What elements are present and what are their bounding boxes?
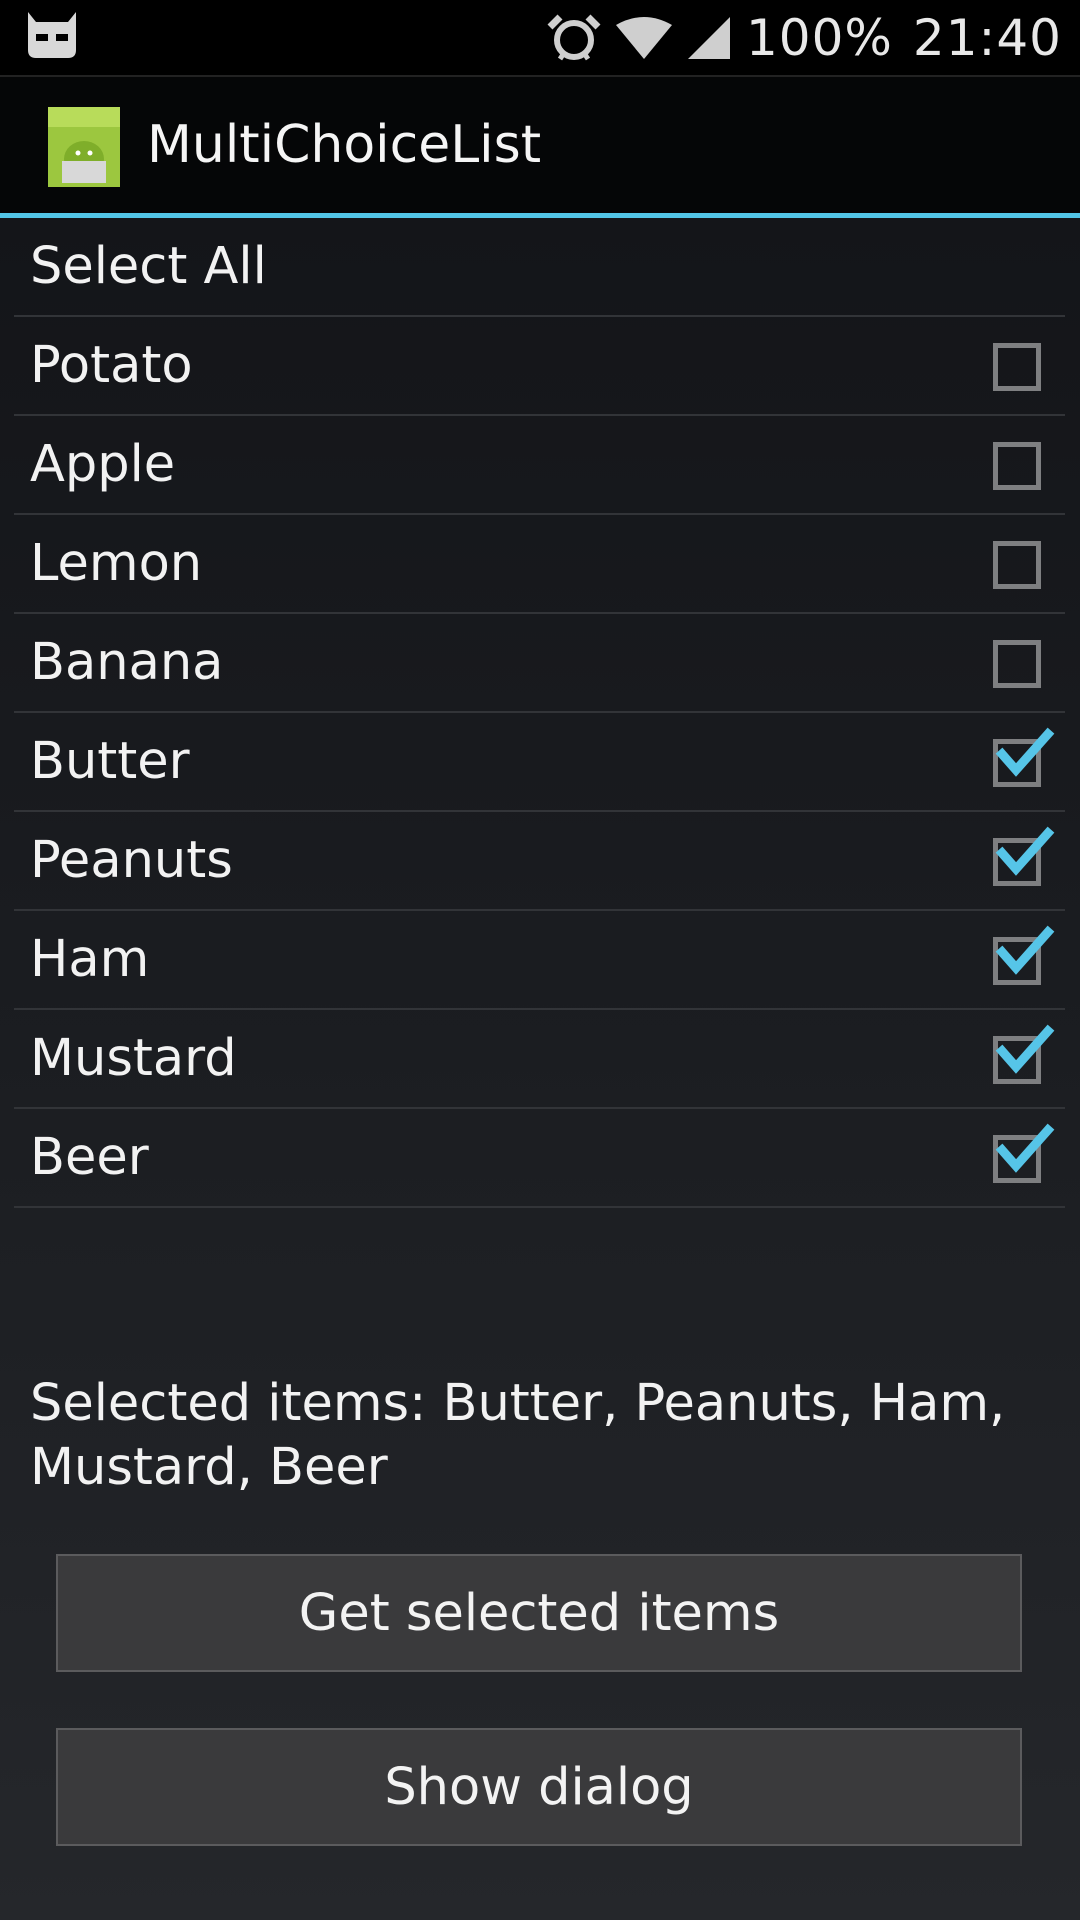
- checkbox-checked[interactable]: [993, 1123, 1055, 1183]
- list-item-label: Beer: [30, 1128, 149, 1187]
- checkmark-icon: [995, 1123, 1055, 1173]
- status-bar: 100% 21:40: [0, 0, 1080, 77]
- list-item-label: Lemon: [30, 534, 203, 593]
- list-item-label: Ham: [30, 930, 150, 989]
- list-item[interactable]: Potato: [14, 317, 1065, 416]
- checkbox-checked[interactable]: [993, 727, 1055, 787]
- selected-items-text: Selected items: Butter, Peanuts, Ham, Mu…: [30, 1374, 1006, 1497]
- list-item[interactable]: Apple: [14, 416, 1065, 515]
- list-item[interactable]: Mustard: [14, 1010, 1065, 1109]
- list-item[interactable]: Ham: [14, 911, 1065, 1010]
- checkbox-unchecked[interactable]: [993, 343, 1041, 391]
- checkbox-unchecked[interactable]: [993, 442, 1041, 490]
- list-item-label: Banana: [30, 633, 224, 692]
- checkmark-icon: [995, 727, 1055, 777]
- list-item[interactable]: Banana: [14, 614, 1065, 713]
- checkbox-checked[interactable]: [993, 925, 1055, 985]
- list-item[interactable]: Butter: [14, 713, 1065, 812]
- checkbox-unchecked[interactable]: [993, 541, 1041, 589]
- get-selected-items-button[interactable]: Get selected items: [56, 1554, 1022, 1672]
- multi-choice-list: Select All Potato Apple Lemon Banana But…: [14, 218, 1065, 1208]
- list-item-label: Mustard: [30, 1029, 237, 1088]
- list-item-label: Butter: [30, 732, 190, 791]
- show-dialog-button[interactable]: Show dialog: [56, 1728, 1022, 1846]
- alarm-icon: [547, 14, 601, 60]
- select-all-row[interactable]: Select All: [14, 218, 1065, 317]
- checkbox-checked[interactable]: [993, 1024, 1055, 1084]
- signal-icon: [687, 16, 730, 59]
- list-item[interactable]: Lemon: [14, 515, 1065, 614]
- checkmark-icon: [995, 1024, 1055, 1074]
- list-item-label: Apple: [30, 435, 176, 494]
- checkmark-icon: [995, 826, 1055, 876]
- battery-text: 100%: [745, 8, 893, 67]
- list-item-label: Peanuts: [30, 831, 233, 890]
- checkbox-unchecked[interactable]: [993, 640, 1041, 688]
- list-item-label: Potato: [30, 336, 193, 395]
- select-all-label: Select All: [30, 237, 267, 296]
- clock-text: 21:40: [912, 8, 1062, 67]
- list-item[interactable]: Beer: [14, 1109, 1065, 1208]
- action-bar: MultiChoiceList: [0, 77, 1080, 213]
- android-app-icon: [48, 107, 120, 187]
- wifi-icon: [615, 16, 672, 59]
- list-item[interactable]: Peanuts: [14, 812, 1065, 911]
- cyanogen-bot-icon: [28, 12, 76, 58]
- app-title: MultiChoiceList: [147, 115, 542, 175]
- checkmark-icon: [995, 925, 1055, 975]
- checkbox-checked[interactable]: [993, 826, 1055, 886]
